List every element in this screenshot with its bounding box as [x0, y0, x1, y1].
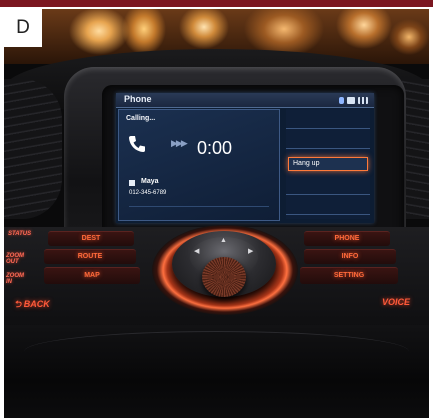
phone-button[interactable]: PHONE — [304, 231, 390, 246]
call-panel: Calling... ▶▶▶ 0:00 Maya 012-345-6789 — [118, 109, 280, 221]
setting-button[interactable]: SETTING — [300, 267, 398, 284]
car-dashboard-photo: Phone Calling... ▶▶▶ 0:00 Maya 012-345-6… — [4, 9, 429, 418]
dpad-left-icon[interactable]: ◀ — [194, 247, 199, 255]
navigation-screen: Phone Calling... ▶▶▶ 0:00 Maya 012-345-6… — [116, 93, 374, 223]
hang-up-button[interactable]: Hang up — [288, 157, 368, 171]
route-button[interactable]: ROUTE — [44, 249, 136, 264]
menu-row-empty[interactable] — [286, 129, 370, 149]
dpad-up-icon[interactable]: ▲ — [220, 237, 227, 244]
left-air-vent — [4, 79, 62, 219]
badge-letter: D — [16, 17, 30, 38]
map-button[interactable]: MAP — [44, 267, 140, 284]
rotary-knob[interactable] — [202, 257, 246, 297]
voice-button[interactable]: VOICE — [382, 297, 410, 307]
zoom-in-label: ZOOM IN — [6, 273, 24, 285]
hang-up-label: Hang up — [293, 160, 320, 167]
panel-divider — [129, 206, 269, 207]
dpad-right-icon[interactable]: ▶ — [248, 247, 253, 255]
status-label: STATUS — [8, 231, 32, 237]
phone-handset-icon — [129, 136, 145, 152]
dest-button[interactable]: DEST — [48, 231, 134, 246]
dashboard-curve — [24, 331, 409, 372]
screen-header: Phone — [116, 93, 374, 108]
call-menu: Hang up — [286, 109, 370, 219]
bluetooth-icon — [339, 96, 344, 104]
back-button[interactable]: ⮌ BACK — [14, 297, 50, 313]
right-air-vent — [402, 79, 429, 219]
menu-row-empty[interactable] — [286, 195, 370, 215]
screen-title: Phone — [124, 94, 152, 104]
calling-arrows-icon: ▶▶▶ — [171, 138, 188, 148]
call-status: Calling... — [126, 115, 156, 122]
info-button[interactable]: INFO — [304, 249, 396, 264]
menu-row-empty[interactable] — [286, 109, 370, 129]
panel-badge: D — [4, 9, 42, 47]
status-icons — [339, 95, 368, 105]
zoom-out-label: ZOOM OUT — [6, 253, 24, 265]
battery-icon — [347, 96, 355, 104]
top-accent-bar — [0, 0, 433, 7]
contact-number: 012-345-6789 — [129, 190, 167, 196]
contact-name: Maya — [141, 178, 159, 185]
signal-icon — [358, 96, 368, 104]
photo-frame: Phone Calling... ▶▶▶ 0:00 Maya 012-345-6… — [0, 0, 433, 418]
menu-row-empty[interactable] — [286, 175, 370, 195]
call-timer: 0:00 — [197, 138, 233, 158]
contact-icon — [129, 180, 135, 186]
